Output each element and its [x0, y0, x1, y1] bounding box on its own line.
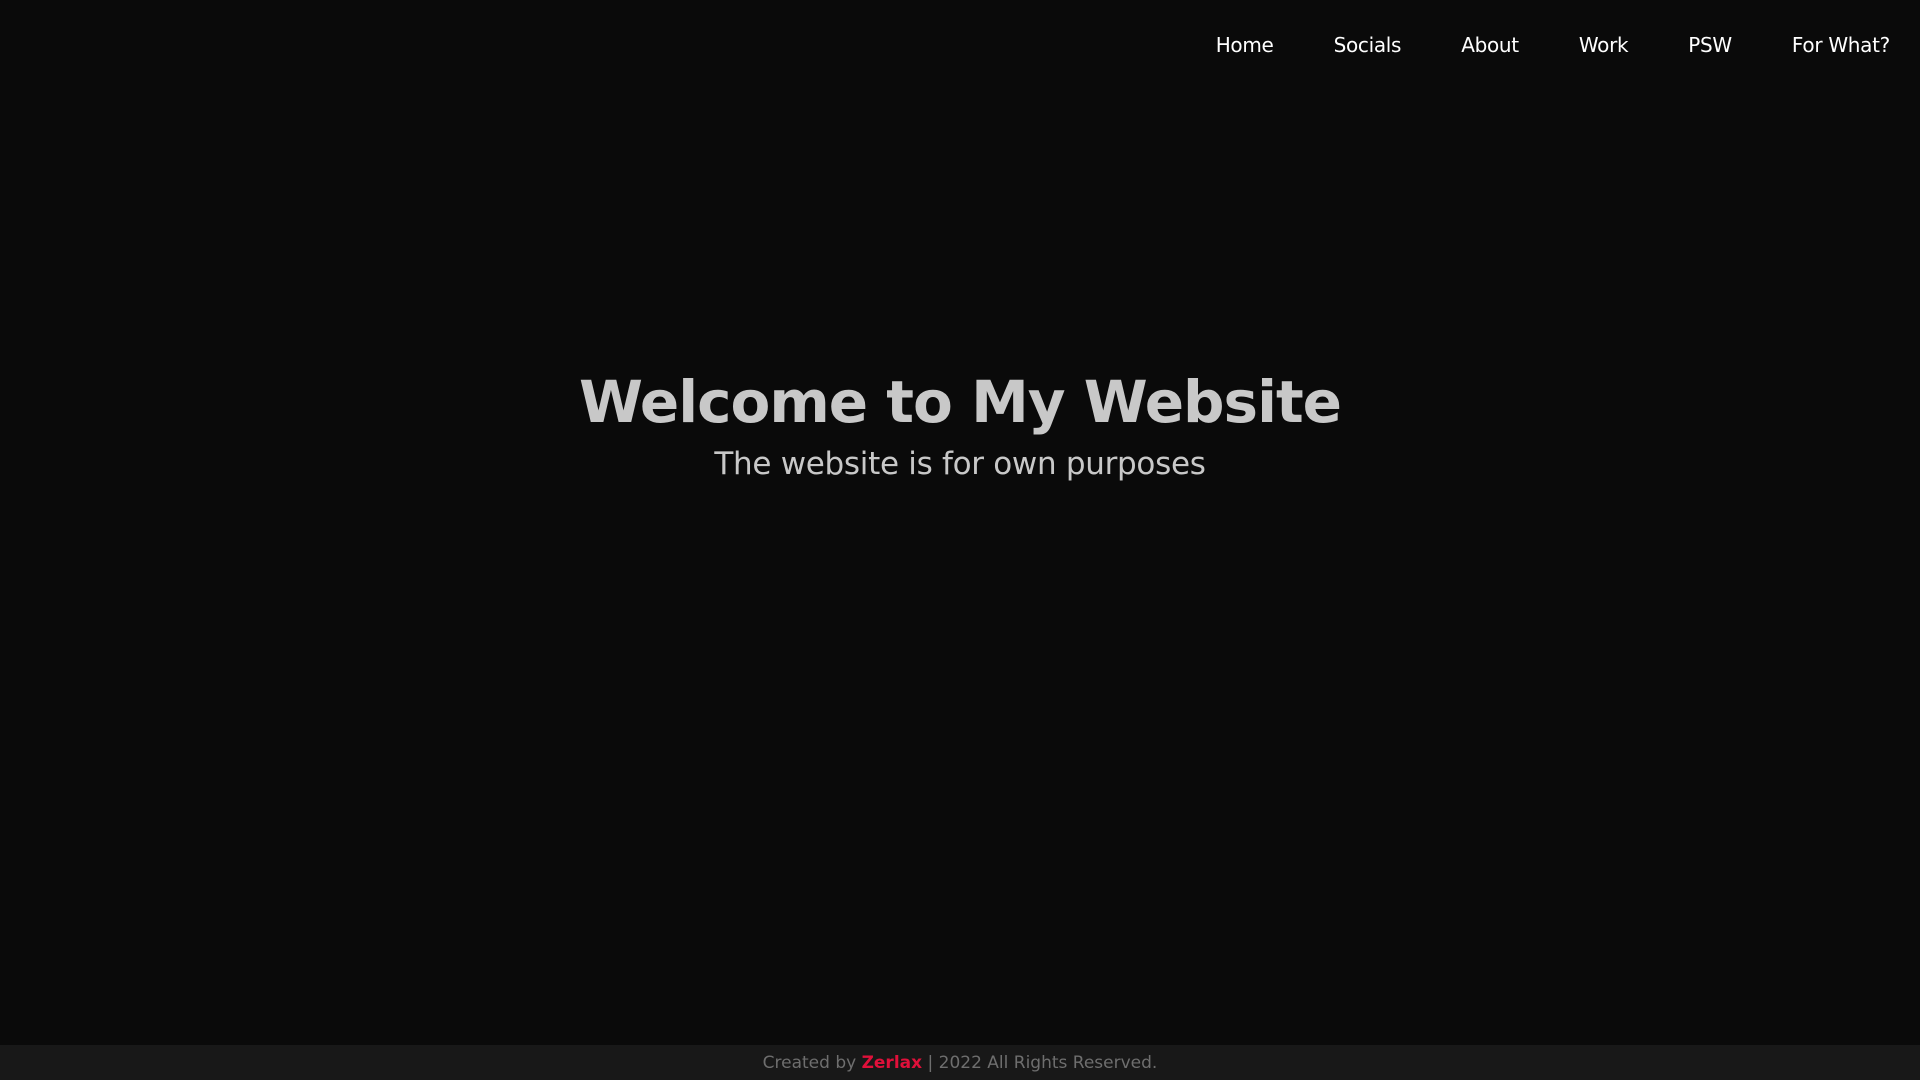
hero-subtitle: The website is for own purposes: [714, 446, 1206, 482]
nav-link-about[interactable]: About: [1461, 33, 1519, 57]
nav-link-psw[interactable]: PSW: [1688, 33, 1732, 57]
page: Home Socials About Work PSW For What? We…: [0, 0, 1920, 1080]
nav-link-work[interactable]: Work: [1579, 33, 1629, 57]
footer-copyright: | 2022 All Rights Reserved.: [922, 1052, 1158, 1073]
hero-title: Welcome to My Website: [578, 368, 1342, 436]
nav-link-home[interactable]: Home: [1216, 33, 1274, 57]
top-navigation: Home Socials About Work PSW For What?: [1156, 0, 1920, 90]
nav-link-for-what[interactable]: For What?: [1792, 33, 1890, 57]
hero-section: Welcome to My Website The website is for…: [0, 362, 1920, 486]
footer-brand: Zerlax: [861, 1052, 923, 1073]
footer-prefix: Created by: [762, 1052, 862, 1073]
nav-link-socials[interactable]: Socials: [1334, 33, 1402, 57]
footer: Created by Zerlax | 2022 All Rights Rese…: [0, 1045, 1920, 1080]
